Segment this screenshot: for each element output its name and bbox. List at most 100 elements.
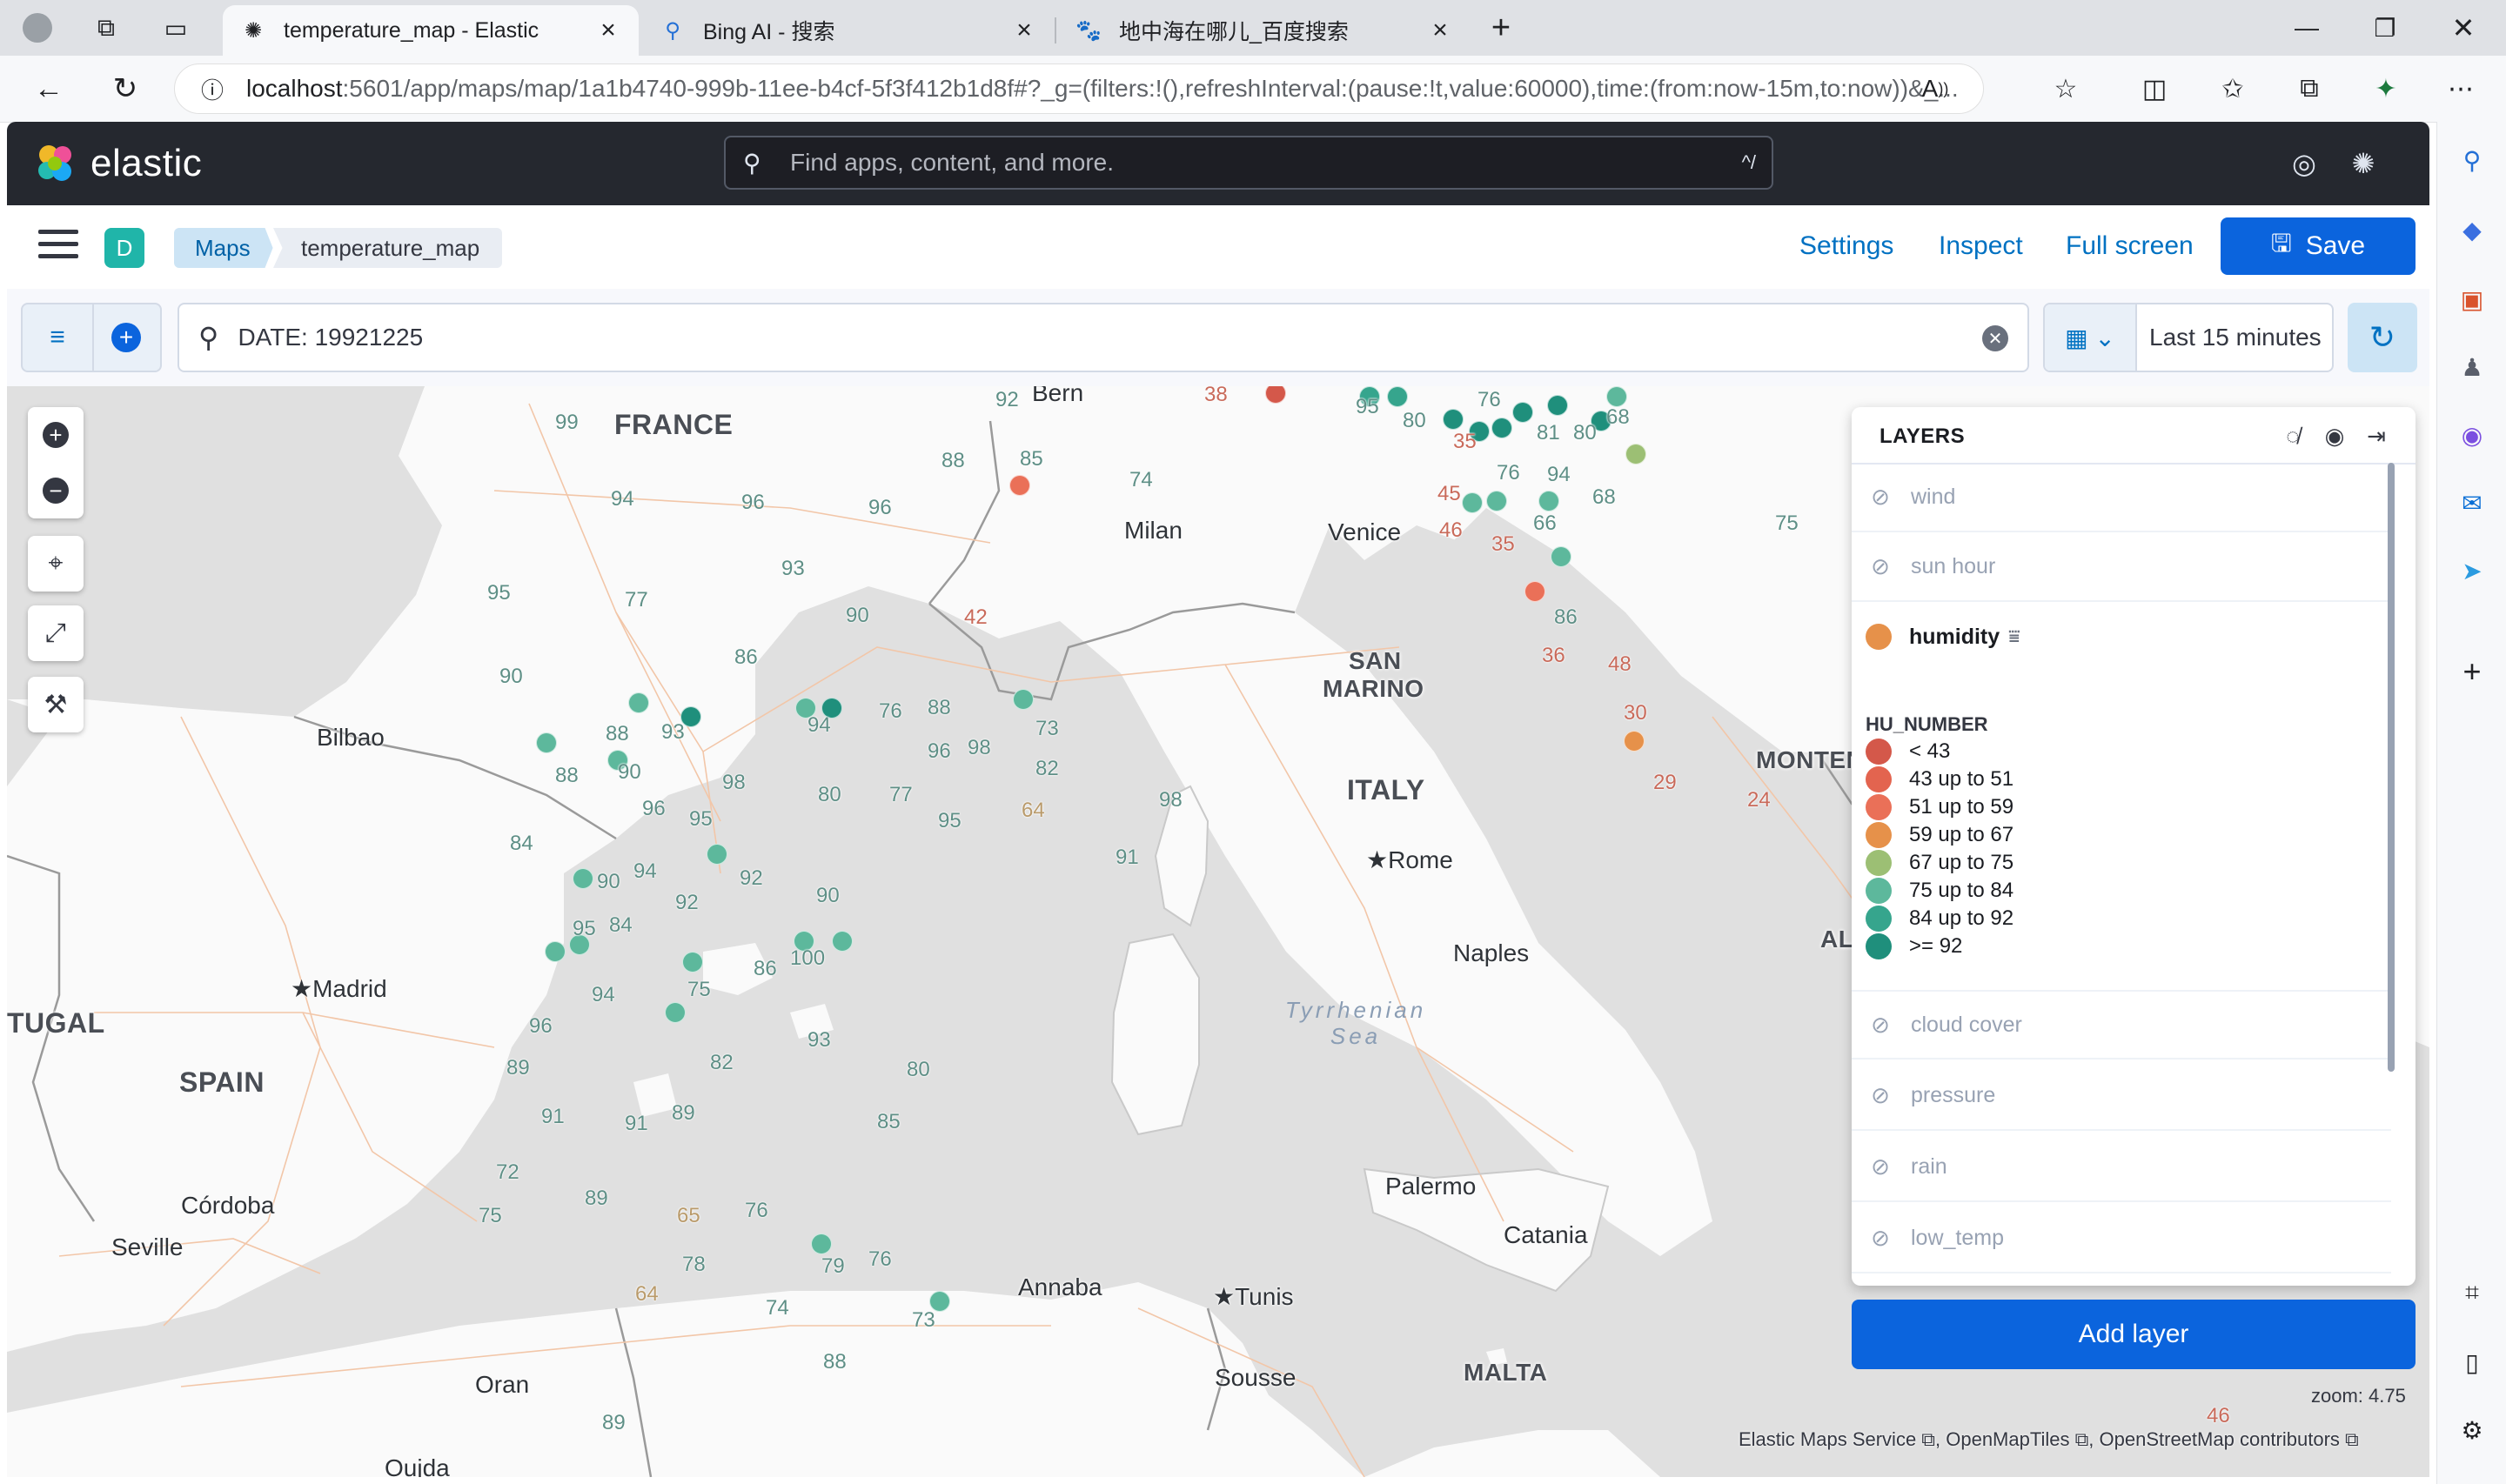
clear-query-icon[interactable]: ✕ [1982, 325, 2008, 351]
zoom-out-button[interactable]: − [28, 463, 84, 518]
map-point[interactable] [1512, 402, 1533, 423]
split-screen-icon[interactable]: ◫ [2130, 64, 2179, 113]
fit-to-data-button[interactable]: ⤢ [28, 605, 84, 661]
profile-icon[interactable] [3, 0, 71, 56]
settings-link[interactable]: Settings [1799, 231, 1893, 261]
breadcrumb-maps[interactable]: Maps [174, 228, 273, 268]
map-point[interactable] [707, 844, 727, 865]
layer-row-pressure[interactable]: ⊘ pressure [1852, 1061, 2391, 1131]
reload-icon[interactable]: ↻ [101, 64, 150, 113]
send-icon[interactable]: ➤ [2455, 553, 2489, 588]
read-aloud-icon[interactable]: A)) [1911, 64, 1960, 113]
close-tab-icon[interactable]: × [1427, 16, 1453, 45]
eye-closed-icon[interactable]: ⊘ [1866, 1153, 1895, 1180]
map-point[interactable] [665, 1002, 686, 1023]
news-feed-icon[interactable]: ✺ [2344, 144, 2382, 183]
map-point[interactable] [1538, 491, 1559, 511]
map-point[interactable] [1547, 395, 1568, 416]
eye-closed-icon[interactable]: ⊘ [1866, 553, 1895, 580]
back-icon[interactable]: ← [24, 64, 73, 113]
inspect-link[interactable]: Inspect [1939, 231, 2023, 261]
eye-closed-icon[interactable]: ⊘ [1866, 484, 1895, 511]
settings-gear-icon[interactable]: ⚙ [2455, 1413, 2489, 1447]
minimize-icon[interactable]: — [2268, 0, 2346, 56]
map-point[interactable] [1606, 386, 1627, 407]
collapse-panel-icon[interactable]: ⇥ [2362, 421, 2391, 451]
map-point[interactable] [1625, 444, 1646, 465]
layer-row-cloud-cover[interactable]: ⊘ cloud cover [1852, 990, 2391, 1060]
elastic-logo[interactable]: elastic [33, 139, 202, 188]
set-view-button[interactable]: ⌖ [28, 536, 84, 592]
collections-icon[interactable]: ⧉ [2285, 64, 2334, 113]
add-layer-button[interactable]: Add layer [1852, 1300, 2416, 1369]
layer-row-sun-hour[interactable]: ⊘ sun hour [1852, 532, 2391, 602]
workspaces-icon[interactable]: ⧉ [71, 0, 141, 56]
refresh-button[interactable]: ↻ [2348, 303, 2417, 372]
menu-toggle-icon[interactable] [38, 230, 78, 264]
layer-row-wind[interactable]: ⊘ wind [1852, 463, 2391, 532]
tab-actions-icon[interactable]: ▭ [141, 0, 211, 56]
info-icon[interactable]: ⓘ [201, 73, 224, 105]
tab-bing[interactable]: ⚲ Bing AI - 搜索 × [642, 5, 1055, 56]
tab-baidu[interactable]: 🐾 地中海在哪儿_百度搜索 × [1058, 5, 1471, 56]
map-point[interactable] [1387, 386, 1408, 407]
show-all-layers-icon[interactable]: ◉ [2320, 421, 2349, 451]
map-point[interactable] [1486, 491, 1507, 511]
save-button[interactable]: 🖫 Save [2221, 217, 2416, 275]
more-menu-icon[interactable]: ⋯ [2436, 64, 2485, 113]
map-point[interactable] [536, 732, 557, 753]
url-field[interactable]: ⓘ localhost:5601/app/maps/map/1a1b4740-9… [174, 64, 1984, 114]
map-point[interactable] [1462, 492, 1483, 513]
map-point[interactable] [682, 952, 703, 973]
help-icon[interactable]: ◎ [2285, 144, 2323, 183]
copilot-icon[interactable]: ◉ [2455, 418, 2489, 452]
map-point[interactable] [1624, 731, 1645, 752]
map-point[interactable] [1009, 475, 1030, 496]
eye-closed-icon[interactable]: ⊘ [1866, 1082, 1895, 1109]
map-point[interactable] [1524, 581, 1545, 602]
toolbox-icon[interactable]: ▣ [2455, 282, 2489, 317]
add-sidebar-icon[interactable]: + [2455, 653, 2489, 689]
screenshot-icon[interactable]: ⌗ [2455, 1275, 2489, 1310]
layers-scrollbar[interactable] [2388, 463, 2395, 1072]
attribution-link[interactable]: OpenStreetMap contributors [2100, 1428, 2340, 1450]
map-point[interactable] [573, 868, 593, 889]
add-filter-button[interactable]: + [92, 304, 160, 371]
favorites-icon[interactable]: ✩ [2208, 64, 2257, 113]
outlook-icon[interactable]: ✉ [2455, 485, 2489, 520]
close-tab-icon[interactable]: × [595, 16, 621, 45]
new-tab-icon[interactable]: + [1462, 0, 1540, 56]
tab-elastic[interactable]: ✺ temperature_map - Elastic × [223, 5, 639, 56]
date-picker[interactable]: ▦ ⌄ Last 15 minutes [2043, 303, 2334, 372]
close-window-icon[interactable]: ✕ [2424, 0, 2503, 56]
attribution-link[interactable]: OpenMapTiles [1946, 1428, 2069, 1450]
space-avatar[interactable]: D [104, 228, 144, 268]
layer-row-rain[interactable]: ⊘ rain [1852, 1133, 2391, 1202]
layer-row-low-temp[interactable]: ⊘ low_temp [1852, 1204, 2391, 1273]
tools-button[interactable]: ⚒ [28, 677, 84, 732]
favorite-star-icon[interactable]: ☆ [2041, 64, 2090, 113]
close-tab-icon[interactable]: × [1011, 16, 1037, 45]
sidebar-toggle-icon[interactable]: ▯ [2455, 1345, 2489, 1380]
map-point[interactable] [1013, 689, 1034, 710]
map-point[interactable] [628, 692, 649, 713]
zoom-in-button[interactable]: + [28, 407, 84, 463]
chess-icon[interactable]: ♟ [2455, 350, 2489, 384]
restore-icon[interactable]: ❐ [2346, 0, 2424, 56]
calendar-icon[interactable]: ▦ ⌄ [2045, 304, 2137, 371]
map-canvas[interactable]: Bern Milan Venice SAN MARINO Bilbao ★Mad… [7, 386, 2429, 1477]
map-point[interactable] [545, 941, 566, 962]
map-point[interactable] [811, 1233, 832, 1254]
map-point[interactable] [1443, 409, 1464, 430]
query-input[interactable]: ⚲ DATE: 19921225 ✕ [178, 303, 2029, 372]
search-icon[interactable]: ⚲ [2455, 143, 2489, 177]
eye-closed-icon[interactable]: ⊘ [1866, 1225, 1895, 1252]
map-point[interactable] [832, 931, 853, 952]
filter-menu-icon[interactable]: ≡ [23, 304, 94, 371]
global-search-input[interactable]: ⚲ Find apps, content, and more. ^/ [724, 136, 1773, 190]
extension-icon[interactable]: ✦ [2362, 64, 2410, 113]
eye-closed-icon[interactable]: ⊘ [1866, 1012, 1895, 1039]
layer-row-humidity[interactable]: humidity ⩸ [1852, 602, 2391, 672]
attribution-link[interactable]: Elastic Maps Service [1739, 1428, 1916, 1450]
hide-all-layers-icon[interactable]: ◌̸ [2278, 421, 2308, 451]
